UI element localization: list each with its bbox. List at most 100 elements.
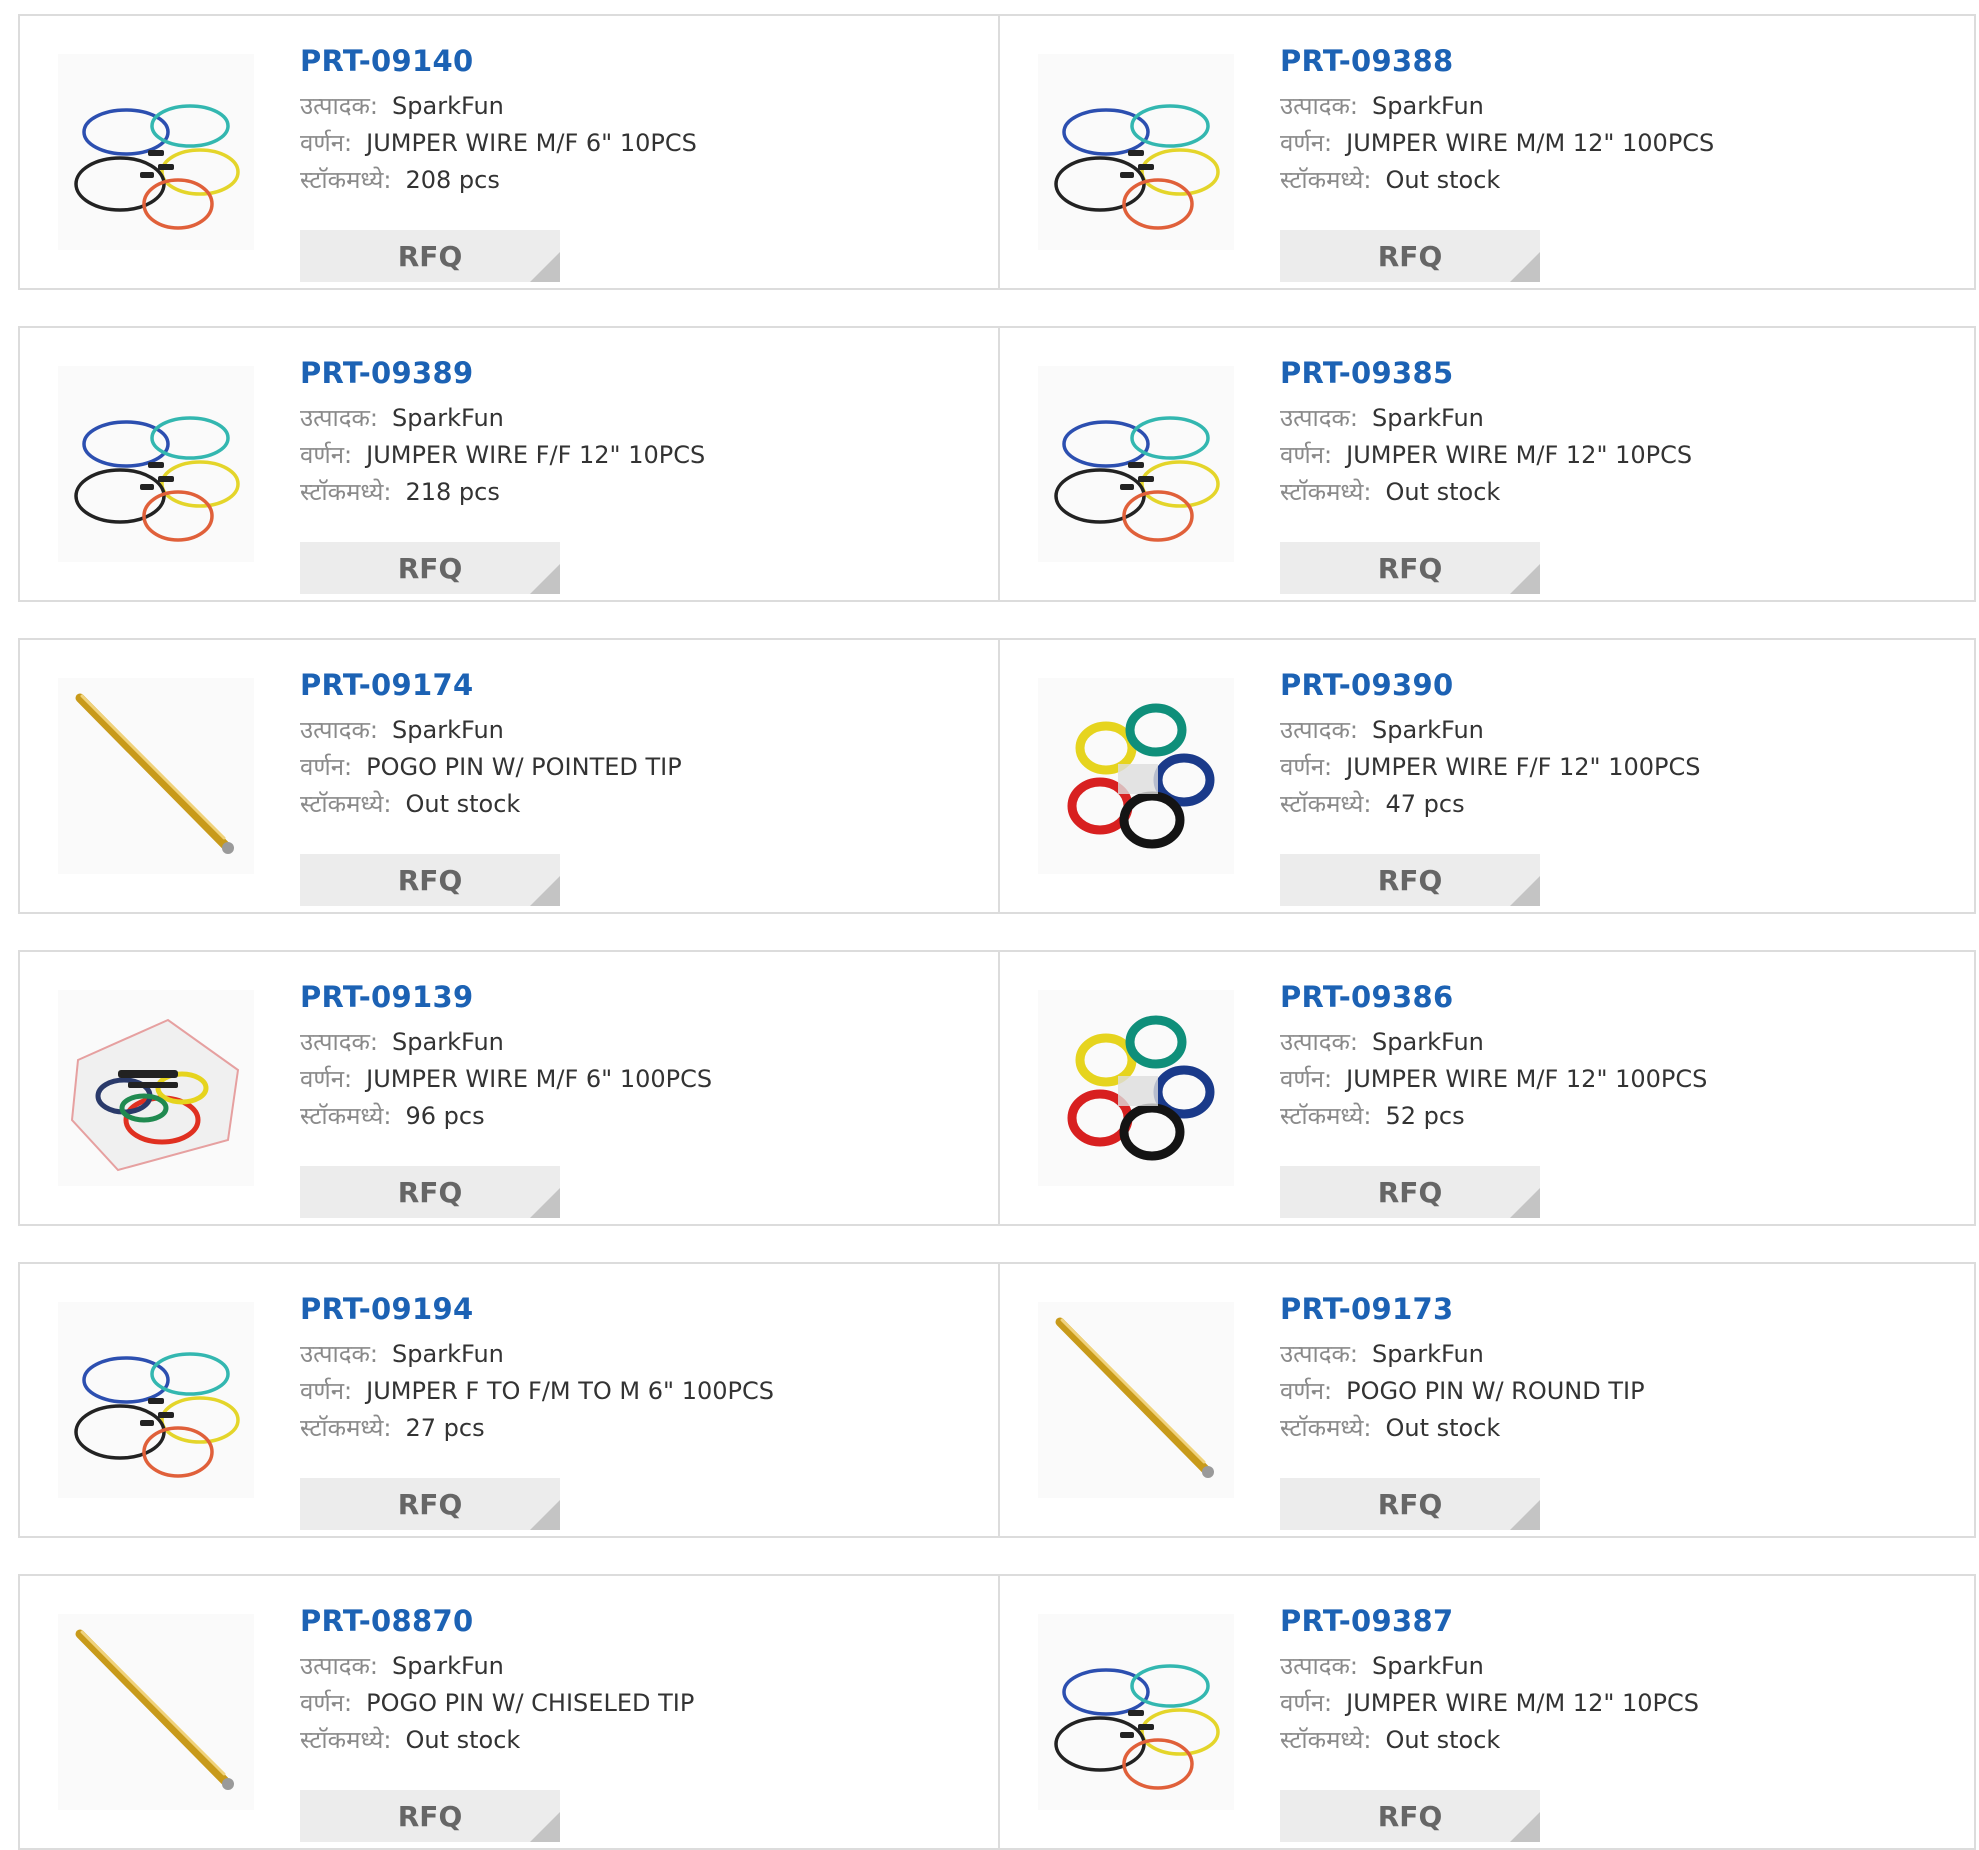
description-line: वर्णन: JUMPER F TO F/M TO M 6" 100PCS [300,1373,774,1410]
product-row: PRT-09174 उत्पादक: SparkFun वर्णन: POGO PIN … [18,638,1976,914]
product-info: PRT-09388 उत्पादक: SparkFun वर्णन: JUMPER WI… [1280,44,1714,282]
description-value: JUMPER WIRE F/F 12" 100PCS [1346,753,1701,781]
manufacturer-line: उत्पादक: SparkFun [300,1024,712,1061]
jumper-wire-bundle-icon[interactable] [1038,678,1234,874]
manufacturer-value: SparkFun [392,1652,504,1680]
rfq-button[interactable]: RFQ [1280,1790,1540,1842]
jumper-wire-bag-icon[interactable] [58,990,254,1186]
corner-triangle-icon [1510,1500,1540,1530]
corner-triangle-icon [1510,252,1540,282]
jumper-wire-loops-icon[interactable] [1038,54,1234,250]
manufacturer-value: SparkFun [392,1028,504,1056]
product-card: PRT-09386 उत्पादक: SparkFun वर्णन: JUMPER WI… [998,952,1974,1224]
stock-label: स्टॉकमध्ये: [300,1414,392,1442]
rfq-button[interactable]: RFQ [300,1790,560,1842]
rfq-button[interactable]: RFQ [300,1478,560,1530]
stock-line: स्टॉकमध्ये: 218 pcs [300,474,705,511]
description-value: POGO PIN W/ ROUND TIP [1346,1377,1645,1405]
corner-triangle-icon [530,564,560,594]
rfq-button[interactable]: RFQ [300,230,560,282]
manufacturer-line: उत्पादक: SparkFun [300,88,697,125]
stock-label: स्टॉकमध्ये: [1280,1102,1372,1130]
rfq-button[interactable]: RFQ [300,1166,560,1218]
rfq-button[interactable]: RFQ [1280,1478,1540,1530]
stock-line: स्टॉकमध्ये: Out stock [300,786,682,823]
part-number-link[interactable]: PRT-09386 [1280,980,1707,1014]
product-row: PRT-08870 उत्पादक: SparkFun वर्णन: POGO PIN … [18,1574,1976,1850]
rfq-button[interactable]: RFQ [1280,542,1540,594]
part-number-link[interactable]: PRT-09174 [300,668,682,702]
description-value: POGO PIN W/ CHISELED TIP [366,1689,695,1717]
product-info: PRT-09140 उत्पादक: SparkFun वर्णन: JUMPER WI… [300,44,697,282]
stock-label: स्टॉकमध्ये: [1280,166,1372,194]
description-label: वर्णन: [300,1065,353,1093]
product-card: PRT-08870 उत्पादक: SparkFun वर्णन: POGO PIN … [20,1576,998,1848]
jumper-wire-loops-icon[interactable] [58,1302,254,1498]
rfq-button-label: RFQ [397,1799,463,1833]
manufacturer-label: उत्पादक: [1280,1340,1359,1368]
part-number-link[interactable]: PRT-09139 [300,980,712,1014]
rfq-button-label: RFQ [397,551,463,585]
stock-value: 47 pcs [1385,790,1465,818]
corner-triangle-icon [530,1188,560,1218]
product-grid: PRT-09140 उत्पादक: SparkFun वर्णन: JUMPER WI… [18,14,1976,1850]
stock-value: 27 pcs [405,1414,485,1442]
pogo-pin-icon[interactable] [1038,1302,1234,1498]
rfq-button-label: RFQ [1377,1487,1443,1521]
manufacturer-line: उत्पादक: SparkFun [1280,1024,1707,1061]
jumper-wire-bundle-icon[interactable] [1038,990,1234,1186]
product-row: PRT-09389 उत्पादक: SparkFun वर्णन: JUMPER WI… [18,326,1976,602]
stock-value: 96 pcs [405,1102,485,1130]
rfq-button-label: RFQ [397,863,463,897]
description-value: JUMPER WIRE M/F 6" 10PCS [366,129,697,157]
product-card: PRT-09388 उत्पादक: SparkFun वर्णन: JUMPER WI… [998,16,1974,288]
stock-value: Out stock [1385,1414,1501,1442]
jumper-wire-loops-icon[interactable] [58,366,254,562]
stock-label: स्टॉकमध्ये: [1280,790,1372,818]
rfq-button-label: RFQ [1377,1175,1443,1209]
pogo-pin-icon[interactable] [58,678,254,874]
corner-triangle-icon [530,1812,560,1842]
rfq-button[interactable]: RFQ [1280,854,1540,906]
part-number-link[interactable]: PRT-08870 [300,1604,694,1638]
product-info: PRT-09194 उत्पादक: SparkFun वर्णन: JUMPER F … [300,1292,774,1530]
description-value: JUMPER F TO F/M TO M 6" 100PCS [366,1377,774,1405]
manufacturer-line: उत्पादक: SparkFun [1280,712,1700,749]
part-number-link[interactable]: PRT-09173 [1280,1292,1645,1326]
stock-line: स्टॉकमध्ये: 208 pcs [300,162,697,199]
stock-label: स्टॉकमध्ये: [300,166,392,194]
part-number-link[interactable]: PRT-09385 [1280,356,1692,390]
stock-value: 208 pcs [405,166,500,194]
jumper-wire-loops-icon[interactable] [1038,366,1234,562]
description-value: JUMPER WIRE M/F 12" 100PCS [1346,1065,1708,1093]
pogo-pin-icon[interactable] [58,1614,254,1810]
manufacturer-value: SparkFun [1372,404,1484,432]
description-line: वर्णन: POGO PIN W/ CHISELED TIP [300,1685,694,1722]
part-number-link[interactable]: PRT-09194 [300,1292,774,1326]
stock-label: स्टॉकमध्ये: [300,478,392,506]
stock-value: Out stock [1385,478,1501,506]
part-number-link[interactable]: PRT-09389 [300,356,705,390]
part-number-link[interactable]: PRT-09387 [1280,1604,1699,1638]
product-card: PRT-09387 उत्पादक: SparkFun वर्णन: JUMPER WI… [998,1576,1974,1848]
description-value: POGO PIN W/ POINTED TIP [366,753,682,781]
rfq-button[interactable]: RFQ [1280,1166,1540,1218]
jumper-wire-loops-icon[interactable] [58,54,254,250]
jumper-wire-loops-icon[interactable] [1038,1614,1234,1810]
description-value: JUMPER WIRE M/M 12" 10PCS [1346,1689,1700,1717]
manufacturer-line: उत्पादक: SparkFun [1280,400,1692,437]
corner-triangle-icon [530,1500,560,1530]
rfq-button[interactable]: RFQ [300,542,560,594]
stock-label: स्टॉकमध्ये: [300,790,392,818]
stock-line: स्टॉकमध्ये: Out stock [300,1722,694,1759]
stock-line: स्टॉकमध्ये: Out stock [1280,162,1714,199]
rfq-button[interactable]: RFQ [1280,230,1540,282]
stock-line: स्टॉकमध्ये: Out stock [1280,1722,1699,1759]
part-number-link[interactable]: PRT-09388 [1280,44,1714,78]
part-number-link[interactable]: PRT-09140 [300,44,697,78]
rfq-button[interactable]: RFQ [300,854,560,906]
part-number-link[interactable]: PRT-09390 [1280,668,1700,702]
stock-line: स्टॉकमध्ये: 47 pcs [1280,786,1700,823]
description-label: वर्णन: [300,1689,353,1717]
description-label: वर्णन: [300,441,353,469]
